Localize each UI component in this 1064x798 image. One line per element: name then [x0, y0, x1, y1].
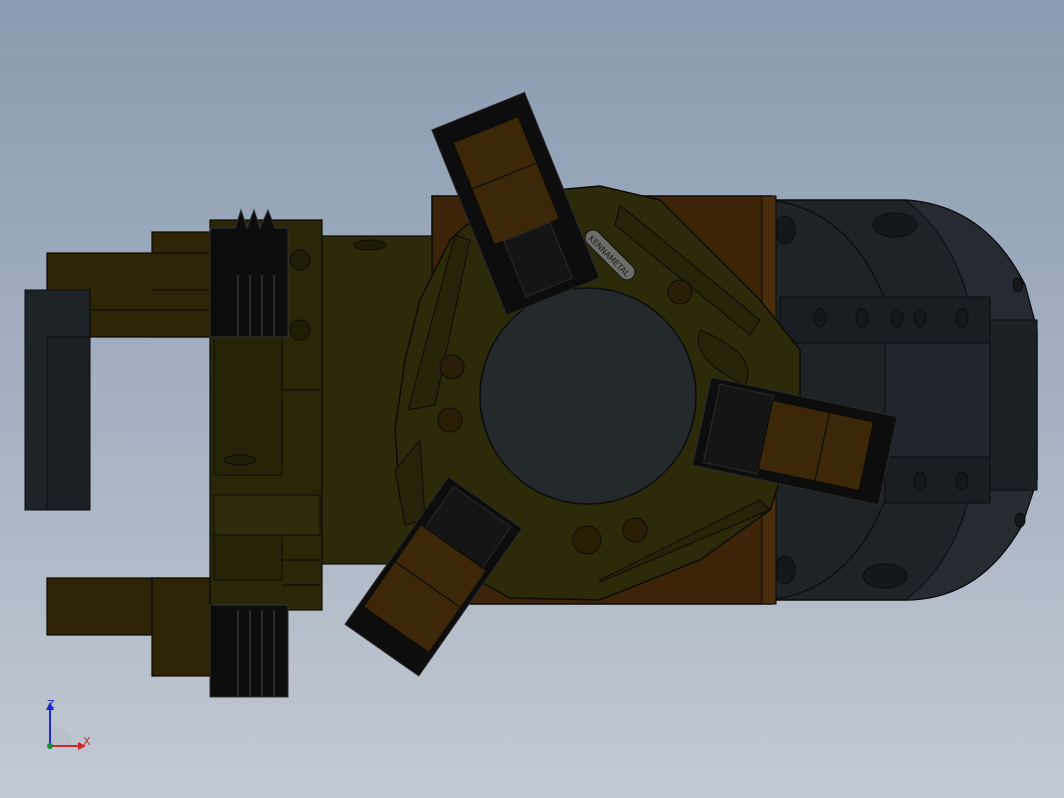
lower-gear-rack[interactable]	[209, 604, 289, 698]
upper-gear-rack[interactable]	[209, 208, 289, 338]
cad-model-gripper[interactable]: KENNAMETAL	[0, 0, 1064, 798]
cad-viewport[interactable]: KENNAMETAL Z X	[0, 0, 1064, 798]
axis-z-label: Z	[47, 698, 55, 711]
center-bore[interactable]	[479, 287, 697, 505]
orientation-triad: Z X	[40, 696, 100, 756]
lower-finger-extension[interactable]	[46, 577, 211, 677]
clamp-arm[interactable]	[24, 289, 91, 511]
axis-x-label: X	[83, 735, 91, 748]
